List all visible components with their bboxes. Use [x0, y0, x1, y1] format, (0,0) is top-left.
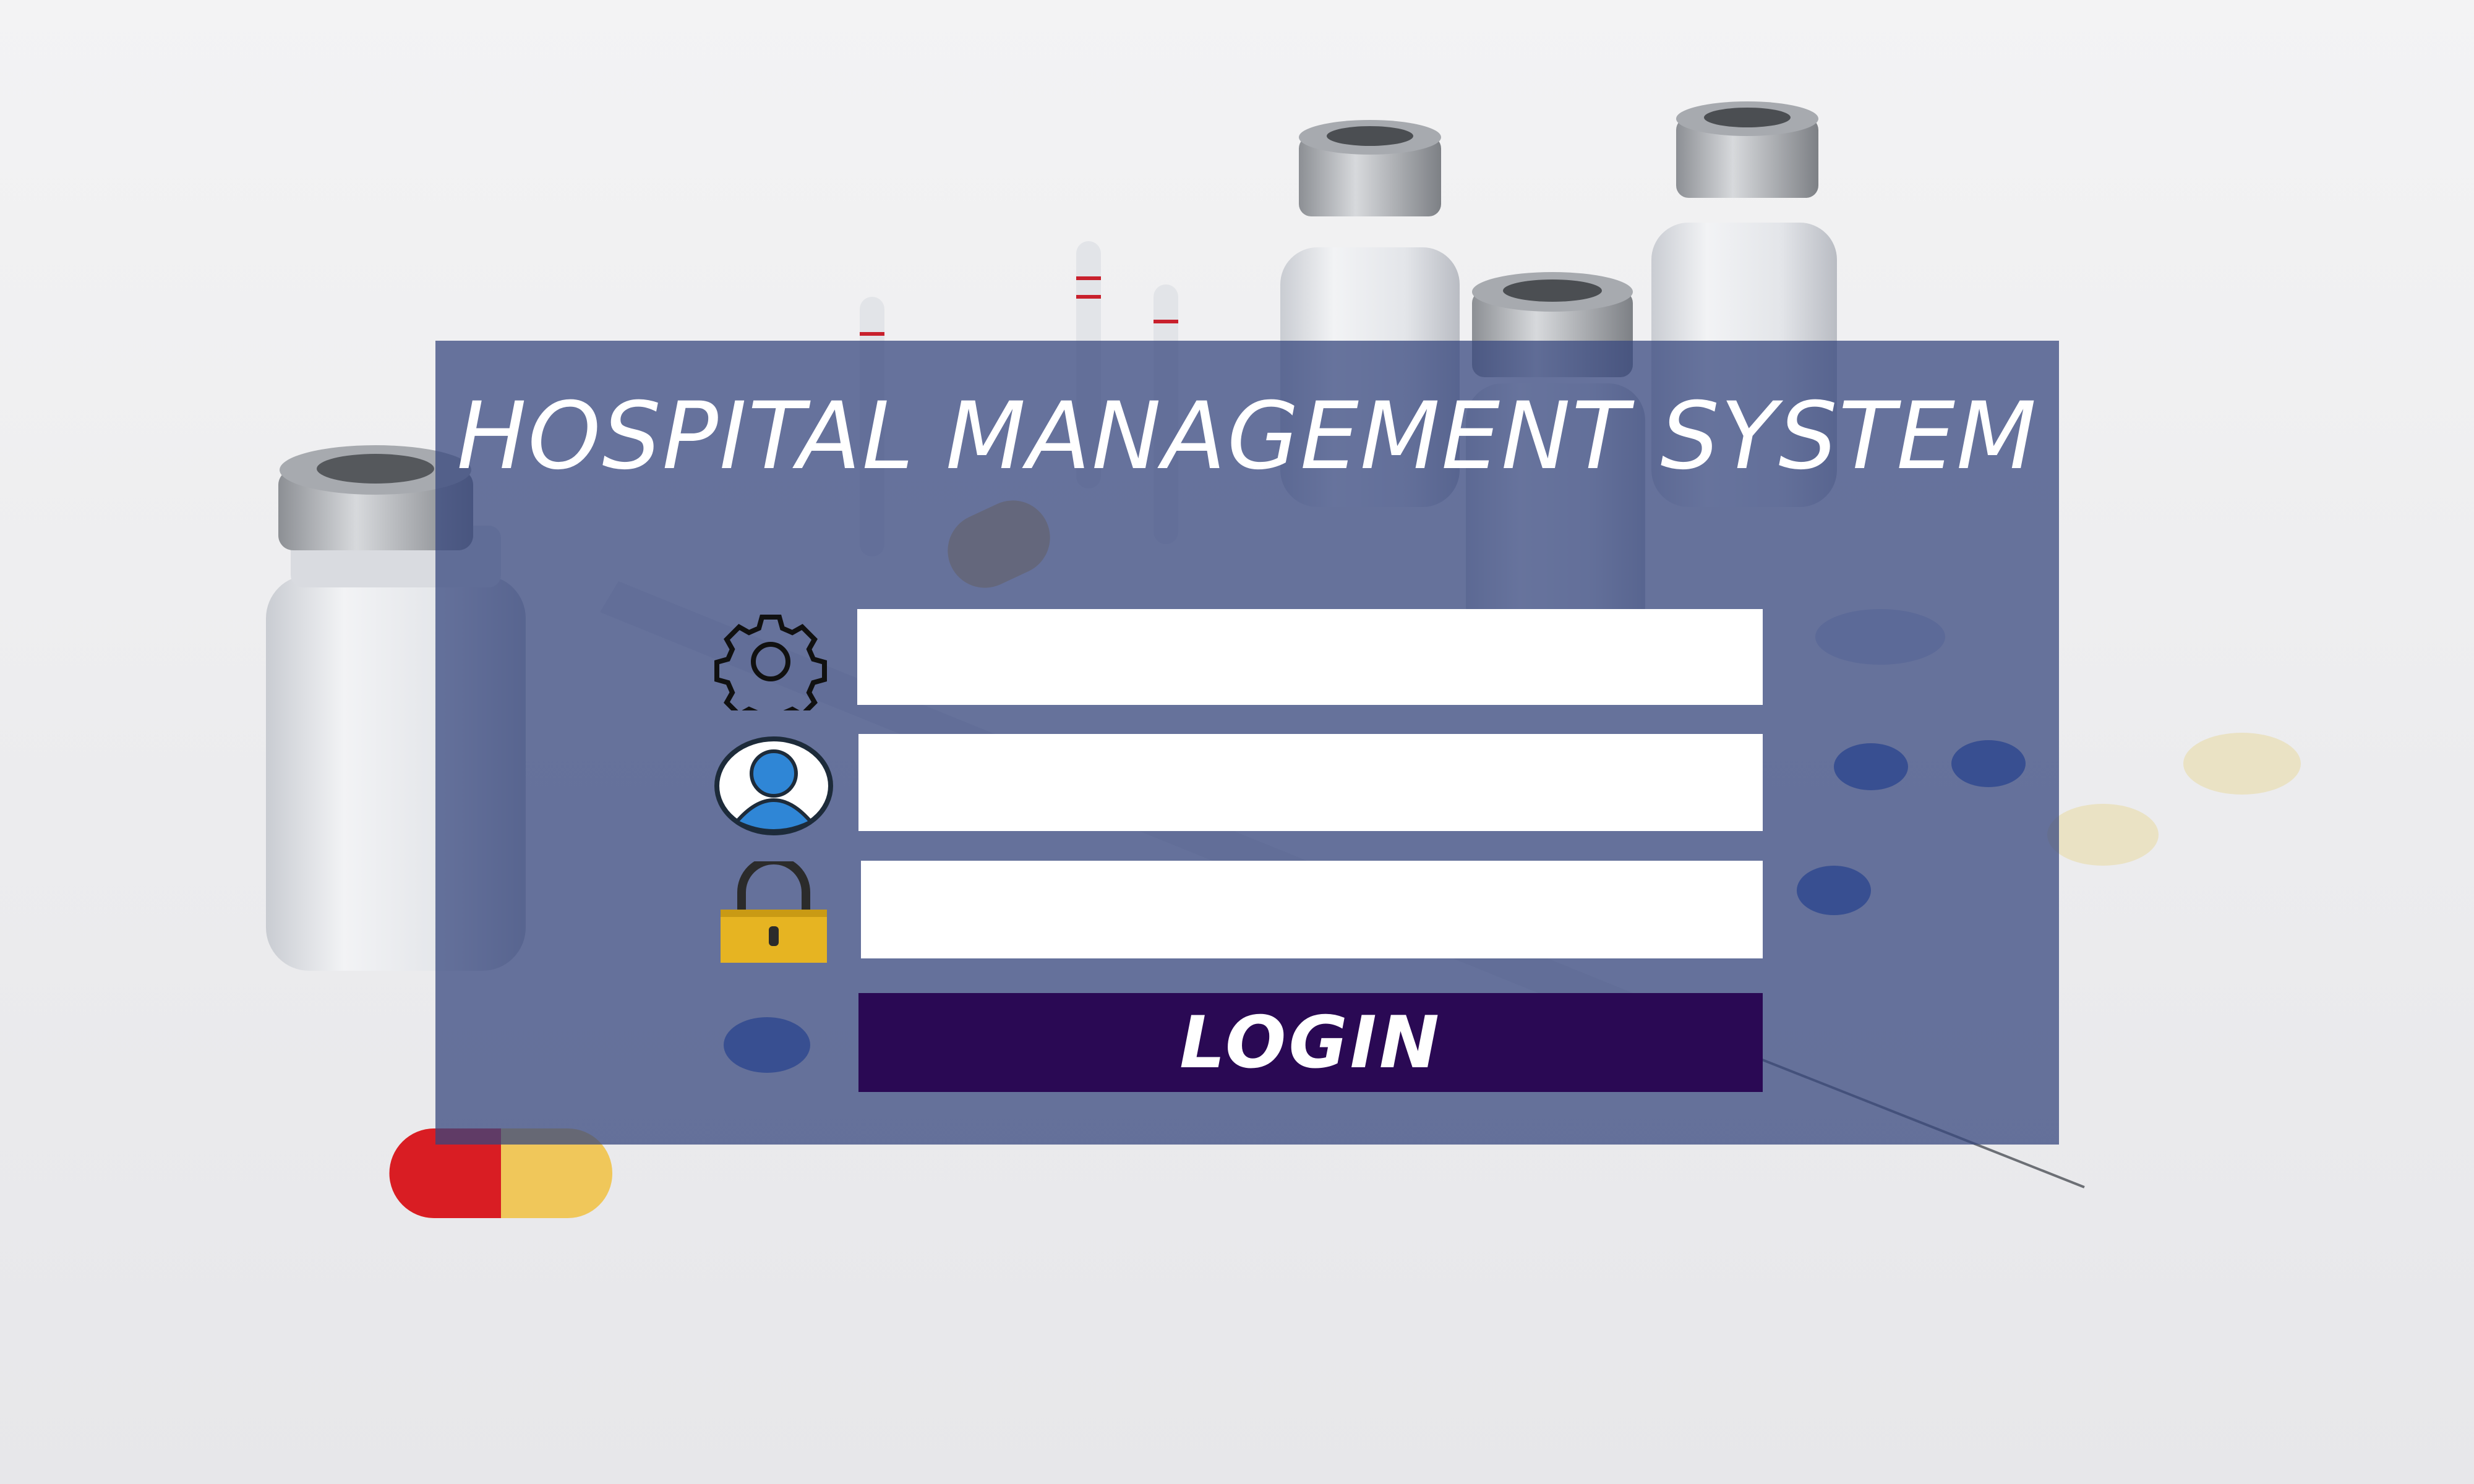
gear-icon [714, 615, 827, 710]
login-panel: HOSPITAL MANAGEMENT SYSTEM LOGIN [435, 341, 2059, 1145]
login-button[interactable]: LOGIN [858, 993, 1763, 1092]
username-field[interactable] [858, 734, 1763, 831]
page-title: HOSPITAL MANAGEMENT SYSTEM [456, 383, 2038, 490]
config-field[interactable] [857, 609, 1763, 705]
user-icon [714, 736, 833, 835]
password-field[interactable] [861, 861, 1763, 958]
login-screen: HOSPITAL MANAGEMENT SYSTEM LOGIN [0, 0, 2474, 1484]
lock-icon [721, 861, 827, 963]
